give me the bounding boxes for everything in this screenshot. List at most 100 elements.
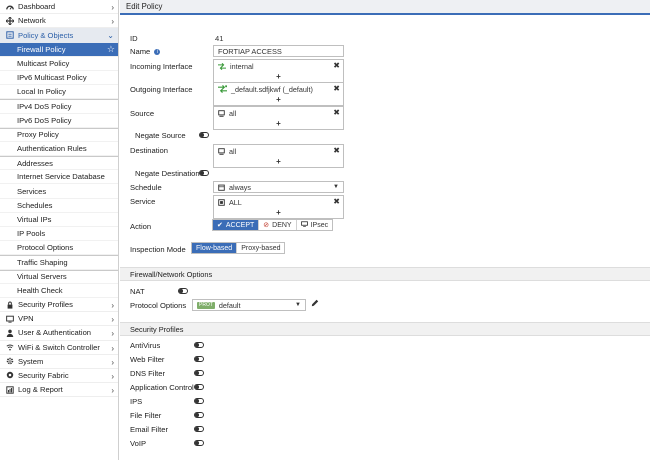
incoming-interface-entry[interactable]: internal ✖ — [214, 60, 343, 72]
service-entry[interactable]: ALL ✖ — [214, 196, 343, 208]
name-input[interactable]: FORTIAP ACCESS — [213, 45, 344, 57]
flow-based-button[interactable]: Flow-based — [192, 243, 238, 253]
source-entry[interactable]: all ✖ — [214, 107, 343, 119]
sidebar-item-system[interactable]: System › — [0, 355, 118, 369]
sidebar-item-services[interactable]: Services — [0, 184, 118, 199]
sidebar-item-security-profiles[interactable]: Security Profiles › — [0, 298, 118, 313]
sidebar-item-ipv4-dos-policy[interactable]: IPv4 DoS Policy — [0, 99, 118, 114]
add-destination-button[interactable]: + — [214, 157, 343, 167]
protocol-options-select[interactable]: PROT default ▼ — [192, 299, 306, 311]
sidebar-item-label: Authentication Rules — [17, 143, 87, 153]
sidebar-item-vpn[interactable]: VPN › — [0, 312, 118, 327]
sidebar-item-traffic-shaping[interactable]: Traffic Shaping — [0, 255, 118, 270]
sidebar-item-network[interactable]: Network › — [0, 14, 118, 29]
remove-icon[interactable]: ✖ — [333, 197, 340, 206]
fabric-icon — [5, 371, 14, 380]
gear-icon — [5, 357, 14, 366]
action-ipsec-button[interactable]: IPsec — [297, 220, 333, 230]
sidebar-item-label: Proxy Policy — [17, 130, 59, 140]
sidebar-item-virtual-servers[interactable]: Virtual Servers — [0, 269, 118, 284]
sidebar-item-label: IPv6 DoS Policy — [17, 115, 72, 125]
sidebar-item-ipv6-dos-policy[interactable]: IPv6 DoS Policy — [0, 114, 118, 128]
action-deny-button[interactable]: ⊘ DENY — [259, 220, 297, 230]
sidebar-item-internet-service-database[interactable]: Internet Service Database — [0, 170, 118, 185]
sidebar-item-user-authentication[interactable]: User & Authentication › — [0, 326, 118, 341]
sidebar-item-schedules[interactable]: Schedules — [0, 199, 118, 213]
sidebar-item-label: Security Profiles — [18, 300, 73, 310]
sidebar-item-label: Firewall Policy — [17, 44, 66, 54]
lock-icon — [5, 300, 14, 309]
application-control-toggle[interactable] — [194, 384, 204, 390]
negate-source-toggle[interactable] — [199, 132, 209, 138]
add-service-button[interactable]: + — [214, 208, 343, 218]
source-field[interactable]: all ✖ + — [213, 106, 344, 130]
schedule-select[interactable]: always ▼ — [213, 181, 344, 193]
sidebar-item-label: Multicast Policy — [17, 58, 70, 68]
sidebar-item-wifi-switch[interactable]: WiFi & Switch Controller › — [0, 341, 118, 355]
remove-icon[interactable]: ✖ — [333, 61, 340, 70]
web-filter-toggle[interactable] — [194, 356, 204, 362]
sidebar-item-policy-objects[interactable]: Policy & Objects ⌄ — [0, 28, 118, 43]
chevron-right-icon: › — [111, 315, 114, 325]
sidebar-item-health-check[interactable]: Health Check — [0, 284, 118, 298]
action-deny-label: DENY — [272, 221, 292, 229]
sidebar-item-protocol-options[interactable]: Protocol Options — [0, 241, 118, 256]
chevron-right-icon: › — [111, 343, 114, 353]
sidebar-item-ipv6-multicast-policy[interactable]: IPv6 Multicast Policy — [0, 71, 118, 86]
destination-field[interactable]: all ✖ + — [213, 144, 344, 168]
sidebar-item-label: Health Check — [17, 285, 63, 295]
ips-toggle[interactable] — [194, 398, 204, 404]
sidebar-item-proxy-policy[interactable]: Proxy Policy — [0, 127, 118, 142]
outgoing-interface-entry[interactable]: _default.sdfjkwf (_default) ✖ — [214, 83, 343, 95]
sidebar-item-multicast-policy[interactable]: Multicast Policy — [0, 57, 118, 71]
page-title: Edit Policy — [120, 0, 650, 15]
sidebar-item-authentication-rules[interactable]: Authentication Rules — [0, 142, 118, 157]
chevron-right-icon: › — [111, 329, 114, 339]
sidebar-item-label: User & Authentication — [18, 328, 92, 338]
sidebar-item-ip-pools[interactable]: IP Pools — [0, 227, 118, 242]
antivirus-toggle[interactable] — [194, 342, 204, 348]
sidebar-item-label: IP Pools — [17, 229, 46, 239]
chevron-right-icon: › — [111, 371, 114, 381]
nat-toggle[interactable] — [178, 288, 188, 294]
incoming-interface-field[interactable]: internal ✖ + — [213, 59, 344, 83]
sidebar-item-log-report[interactable]: Log & Report › — [0, 383, 118, 398]
add-incoming-interface-button[interactable]: + — [214, 72, 343, 82]
sidebar-item-label: Traffic Shaping — [17, 257, 68, 267]
chevron-down-icon: ⌄ — [107, 31, 114, 41]
destination-entry[interactable]: all ✖ — [214, 145, 343, 157]
sidebar-item-firewall-policy[interactable]: Firewall Policy ☆ — [0, 42, 118, 57]
action-ipsec-label: IPsec — [310, 221, 329, 229]
action-accept-button[interactable]: ✔ ACCEPT — [213, 220, 260, 230]
outgoing-interface-field[interactable]: _default.sdfjkwf (_default) ✖ + — [213, 82, 344, 106]
proxy-based-button[interactable]: Proxy-based — [237, 243, 284, 253]
info-icon[interactable]: i — [154, 49, 161, 55]
add-source-button[interactable]: + — [214, 119, 343, 129]
source-value: all — [229, 108, 237, 118]
remove-icon[interactable]: ✖ — [333, 146, 340, 155]
wifi-icon — [5, 343, 14, 352]
sidebar-item-label: Protocol Options — [17, 243, 74, 253]
sidebar-item-local-in-policy[interactable]: Local In Policy — [0, 85, 118, 100]
sidebar-item-dashboard[interactable]: Dashboard › — [0, 0, 118, 15]
add-outgoing-interface-button[interactable]: + — [214, 95, 343, 105]
sidebar-item-addresses[interactable]: Addresses — [0, 156, 118, 171]
sidebar-item-virtual-ips[interactable]: Virtual IPs — [0, 213, 118, 227]
outgoing-interface-value: _default.sdfjkwf (_default) — [231, 84, 313, 94]
email-filter-toggle[interactable] — [194, 426, 204, 432]
remove-icon[interactable]: ✖ — [333, 84, 340, 93]
edit-icon[interactable] — [311, 299, 319, 309]
file-filter-toggle[interactable] — [194, 412, 204, 418]
dashboard-icon — [5, 2, 14, 11]
address-icon — [218, 147, 225, 155]
negate-destination-toggle[interactable] — [199, 170, 209, 176]
inspection-mode-group: Flow-based Proxy-based — [191, 242, 286, 254]
sidebar-item-security-fabric[interactable]: Security Fabric › — [0, 369, 118, 384]
star-icon[interactable]: ☆ — [107, 44, 115, 55]
remove-icon[interactable]: ✖ — [333, 108, 340, 117]
log-icon — [5, 385, 14, 394]
service-field[interactable]: ALL ✖ + — [213, 195, 344, 219]
sidebar-item-label: Network — [18, 16, 46, 26]
dns-filter-toggle[interactable] — [194, 370, 204, 376]
voip-toggle[interactable] — [194, 440, 204, 446]
